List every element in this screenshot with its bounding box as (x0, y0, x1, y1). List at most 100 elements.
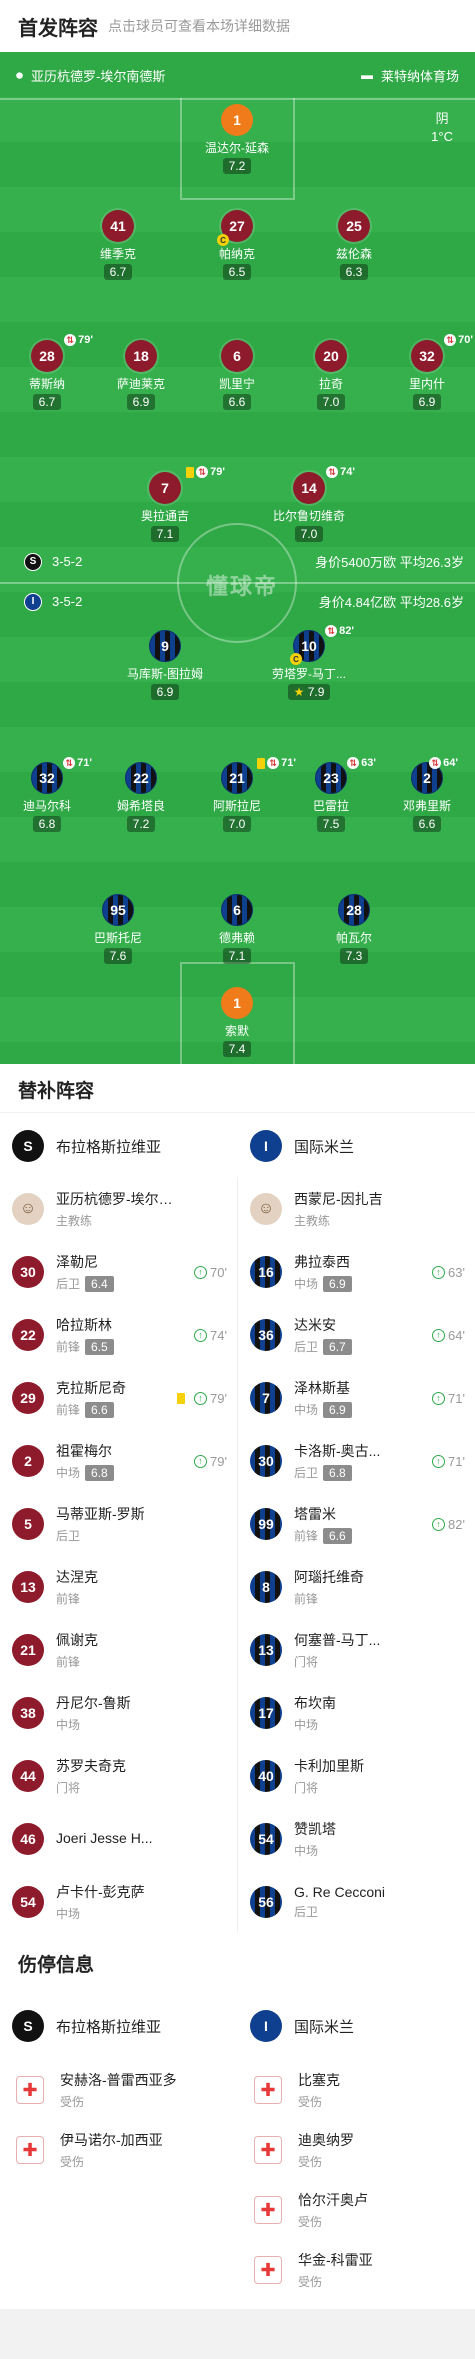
home-sub-player[interactable]: 5 马蒂亚斯-罗斯 后卫 (0, 1492, 237, 1556)
away-sub-player[interactable]: 56 G. Re Cecconi 后卫 (238, 1870, 475, 1934)
home-player-7[interactable]: 7 ⇅ 79' 奥拉通吉 7.1 (119, 466, 225, 543)
player-name: 赞凯塔 (294, 1821, 336, 1837)
away-player-gk[interactable]: 1 索默 7.4 (191, 987, 283, 1058)
player-name: 伊马诺尔-加西亚 (60, 2132, 163, 2148)
away-sub-player[interactable]: 40 卡利加里斯 门将 (238, 1744, 475, 1808)
away-sub-player[interactable]: 8 阿瑙托维奇 前锋 (238, 1555, 475, 1619)
home-injured-player[interactable]: ✚ 伊马诺尔-加西亚 受伤 (0, 2118, 237, 2182)
away-player-9[interactable]: 9 马库斯-图拉姆 6.9 (119, 630, 211, 701)
sub-out-icon: ⇅ (347, 757, 360, 769)
player-position: 前锋 (294, 1529, 319, 1543)
sub-in-marker: ↑ 63' (432, 1265, 465, 1280)
away-sub-player[interactable]: 54 赞凯塔 中场 (238, 1807, 475, 1871)
player-number: 30 (250, 1445, 282, 1477)
home-sub-player[interactable]: 38 丹尼尔-鲁斯 中场 (0, 1681, 237, 1745)
player-rating: 6.9 (323, 1275, 352, 1292)
away-sub-player[interactable]: 17 布坎南 中场 (238, 1681, 475, 1745)
away-player-95[interactable]: 95 巴斯托尼 7.6 (72, 894, 164, 965)
sub-in-time: 70' (210, 1264, 227, 1280)
player-position: 中场 (56, 1466, 81, 1480)
subs-title: 替补阵容 (18, 1081, 95, 1102)
home-player-25[interactable]: 25 兹伦森 6.3 (308, 210, 400, 281)
home-player-28[interactable]: 28 ⇅ 79' 蒂斯纳 6.7 (1, 334, 93, 411)
sub-out-marker: ⇅ 82' (325, 625, 354, 637)
player-name: 弗拉泰西 (294, 1254, 350, 1270)
home-player-gk[interactable]: 1 温达尔-延森 7.2 (191, 104, 283, 175)
player-position: 中场 (294, 1403, 319, 1417)
away-coach[interactable]: ☺ 西蒙尼-因扎吉 主教练 (238, 1177, 475, 1241)
home-sub-player[interactable]: 21 佩谢克 前锋 (0, 1618, 237, 1682)
player-name: 卡利加里斯 (294, 1758, 364, 1774)
away-sub-player[interactable]: 7 泽林斯基 中场 6.9 ↑ 71' (238, 1366, 475, 1430)
home-sub-player[interactable]: 46 Joeri Jesse H... (0, 1807, 237, 1871)
home-sub-player[interactable]: 30 泽勒尼 后卫 6.4 ↑ 70' (0, 1240, 237, 1304)
home-sub-player[interactable]: 44 苏罗夫奇克 门将 (0, 1744, 237, 1808)
player-number: 16 (250, 1256, 282, 1288)
away-player-2[interactable]: 2 ⇅ 64' 邓弗里斯 6.6 (381, 757, 473, 833)
away-injured-player[interactable]: ✚ 恰尔汗奥卢 受伤 (238, 2178, 475, 2242)
away-team-logo-icon: I (24, 592, 42, 611)
home-player-27[interactable]: 27 C 帕纳克 6.5 (191, 210, 283, 281)
home-injured-player[interactable]: ✚ 安赫洛-普雷西亚多 受伤 (0, 2058, 237, 2122)
home-player-6[interactable]: 6 凯里宁 6.6 (191, 340, 283, 411)
home-player-14[interactable]: 14 ⇅ 74' 比尔鲁切维奇 7.0 (263, 466, 355, 543)
player-name: 达米安 (294, 1317, 336, 1333)
sub-in-arrow-icon: ↑ (432, 1517, 446, 1531)
player-number: 40 (250, 1760, 282, 1792)
home-player-20[interactable]: 20 拉奇 7.0 (285, 340, 377, 411)
away-sub-player[interactable]: 99 塔雷米 前锋 6.6 ↑ 82' (238, 1492, 475, 1556)
home-sub-player[interactable]: 2 祖霍梅尔 中场 6.8 ↑ 79' (0, 1429, 237, 1493)
player-number: 2 (12, 1445, 44, 1477)
home-player-18[interactable]: 18 萨迪莱克 6.9 (95, 340, 187, 411)
stadium-icon: ▬ (360, 68, 373, 82)
referee-name: 亚历杭德罗-埃尔南德斯 (31, 68, 166, 84)
away-injured-player[interactable]: ✚ 华金-科雷亚 受伤 (238, 2238, 475, 2302)
sub-out-marker: ⇅ 79' (186, 466, 225, 478)
home-player-41[interactable]: 41 维季克 6.7 (72, 210, 164, 281)
player-name: 布坎南 (294, 1695, 336, 1711)
coach-name: 西蒙尼-因扎吉 (294, 1191, 383, 1207)
home-sub-player[interactable]: 54 卢卡什-彭克萨 中场 (0, 1870, 237, 1934)
away-player-21[interactable]: 21 ⇅ 71' 阿斯拉尼 7.0 (191, 757, 296, 833)
sub-in-time: 71' (448, 1390, 465, 1406)
home-coach[interactable]: ☺ 亚历杭德罗-埃尔南德斯主教练 (0, 1177, 237, 1241)
player-number: 5 (12, 1508, 44, 1540)
home-player-32[interactable]: 32 ⇅ 70' 里内什 6.9 (381, 334, 473, 411)
sub-in-marker: ↑ 82' (432, 1517, 465, 1532)
away-sub-player[interactable]: 36 达米安 后卫 6.7 ↑ 64' (238, 1303, 475, 1367)
sub-in-arrow-icon: ↑ (194, 1454, 208, 1468)
away-player-28[interactable]: 28 帕瓦尔 7.3 (308, 894, 400, 965)
injury-row: ✚ 华金-科雷亚 受伤 (0, 2238, 475, 2302)
sub-in-marker: ↑ 79' (194, 1454, 227, 1469)
player-name: 安赫洛-普雷西亚多 (60, 2072, 177, 2088)
away-injured-player[interactable]: ✚ 比塞克 受伤 (238, 2058, 475, 2122)
sub-in-marker: ↑ 70' (194, 1265, 227, 1280)
player-name: G. Re Cecconi (294, 1884, 386, 1900)
coach-role: 主教练 (294, 1214, 331, 1228)
player-number: 46 (12, 1823, 44, 1855)
player-name: 达涅克 (56, 1569, 98, 1585)
subs-column-divider (237, 1177, 238, 1933)
coach-avatar: ☺ (12, 1193, 44, 1225)
player-name: 泽林斯基 (294, 1380, 350, 1396)
away-sub-player[interactable]: 16 弗拉泰西 中场 6.9 ↑ 63' (238, 1240, 475, 1304)
weather-temp: 1°C (431, 129, 453, 144)
away-player-6[interactable]: 6 德弗赖 7.1 (191, 894, 283, 965)
away-player-32[interactable]: 32 ⇅ 71' 迪马尔科 6.8 (1, 757, 93, 833)
sub-out-icon: ⇅ (444, 334, 457, 346)
away-injured-player[interactable]: ✚ 迪奥纳罗 受伤 (238, 2118, 475, 2182)
away-sub-player[interactable]: 13 何塞普-马丁... 门将 (238, 1618, 475, 1682)
away-player-23[interactable]: 23 ⇅ 63' 巴雷拉 7.5 (285, 757, 377, 833)
away-player-22[interactable]: 22 姆希塔良 7.2 (95, 762, 187, 833)
player-position: 后卫 (56, 1277, 81, 1291)
player-name: Joeri Jesse H... (56, 1829, 153, 1846)
away-player-10[interactable]: 10 C ⇅ 82' 劳塔罗-马丁... ★ 7.9 (263, 625, 355, 701)
home-sub-player[interactable]: 22 哈拉斯林 前锋 6.5 ↑ 74' (0, 1303, 237, 1367)
sub-in-arrow-icon: ↑ (432, 1328, 446, 1342)
sub-in-arrow-icon: ↑ (432, 1391, 446, 1405)
away-sub-player[interactable]: 30 卡洛斯-奥古... 后卫 6.8 ↑ 71' (238, 1429, 475, 1493)
medical-cross-icon: ✚ (254, 2136, 282, 2164)
home-sub-player[interactable]: 13 达涅克 前锋 (0, 1555, 237, 1619)
player-position: 中场 (56, 1718, 81, 1732)
home-sub-player[interactable]: 29 克拉斯尼奇 前锋 6.6 ↑ 79' (0, 1366, 237, 1430)
